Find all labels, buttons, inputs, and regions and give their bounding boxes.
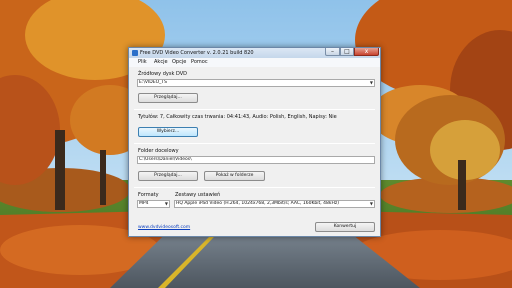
source-dvd-select[interactable]: E:\VIDEO_TS ▼ xyxy=(137,79,375,87)
menu-item-opcje[interactable]: Opcje xyxy=(172,58,186,67)
destination-folder-label: Folder docelowy xyxy=(138,148,179,154)
divider xyxy=(134,143,375,144)
menu-bar: Plik Akcje Opcje Pomoc xyxy=(129,58,380,67)
divider xyxy=(134,109,375,110)
maximize-button[interactable]: □ xyxy=(340,48,354,56)
minimize-button[interactable]: – xyxy=(325,48,340,56)
chevron-down-icon: ▼ xyxy=(369,80,373,85)
app-icon xyxy=(132,50,138,56)
chevron-down-icon: ▼ xyxy=(369,201,373,206)
format-value: MP4 xyxy=(139,201,149,206)
app-window: Free DVD Video Converter v. 2.0.21 build… xyxy=(128,47,381,237)
source-dvd-label: Źródłowy dysk DVD xyxy=(138,71,187,77)
destination-browse-button[interactable]: Przeglądaj... xyxy=(138,171,198,181)
window-title: Free DVD Video Converter v. 2.0.21 build… xyxy=(140,50,254,56)
preset-value: HQ Apple iPad Video (H.264, 1024x768, 2,… xyxy=(176,201,339,206)
menu-item-pomoc[interactable]: Pomoc xyxy=(191,58,208,67)
menu-item-plik[interactable]: Plik xyxy=(138,58,147,67)
select-titles-button[interactable]: Wybierz... xyxy=(138,127,198,137)
source-browse-button[interactable]: Przeglądaj... xyxy=(138,93,198,103)
divider xyxy=(134,187,375,188)
convert-button[interactable]: Konwertuj xyxy=(315,222,375,232)
destination-folder-input[interactable]: C:\Users\Daniel\Videos\ xyxy=(137,156,375,164)
title-bar[interactable]: Free DVD Video Converter v. 2.0.21 build… xyxy=(129,48,380,58)
website-link[interactable]: www.dvdvideosoft.com xyxy=(138,225,190,230)
preset-select[interactable]: HQ Apple iPad Video (H.264, 1024x768, 2,… xyxy=(174,200,375,208)
format-select[interactable]: MP4 ▼ xyxy=(137,200,170,208)
source-dvd-value: E:\VIDEO_TS xyxy=(139,80,167,85)
chevron-down-icon: ▼ xyxy=(164,201,168,206)
dvd-info-text: Tytułów: 7, Całkowity czas trwania: 04:4… xyxy=(138,114,337,120)
presets-label: Zestawy ustawień xyxy=(175,192,221,198)
menu-item-akcje[interactable]: Akcje xyxy=(154,58,168,67)
show-in-folder-button[interactable]: Pokaż w folderze xyxy=(204,171,265,181)
close-button[interactable]: x xyxy=(354,48,379,56)
formats-label: Formaty xyxy=(138,192,159,198)
